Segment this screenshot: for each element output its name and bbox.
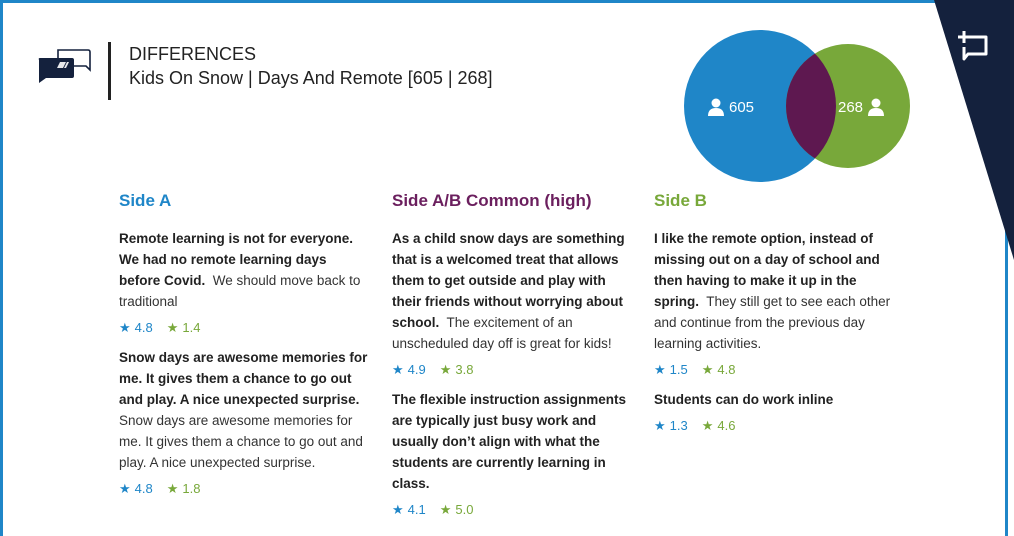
add-comment-icon[interactable] [956, 28, 992, 64]
person-icon [868, 98, 885, 116]
rating-b: 3.8 [455, 362, 474, 377]
rating-a: 4.8 [134, 320, 153, 335]
star-icon: ★ [654, 418, 666, 433]
venn-diagram: 605 268 [684, 30, 916, 182]
title-text: DIFFERENCES [129, 44, 257, 64]
column-heading: Side A [119, 191, 172, 210]
rating-b: 1.4 [182, 320, 201, 335]
ratings: ★ 4.9 ★ 3.8 [392, 361, 636, 379]
star-icon: ★ [166, 320, 179, 335]
column-heading: Side A/B Common (high) [392, 191, 592, 210]
item-text: Snow days are awesome memories for me. I… [119, 413, 363, 470]
column-side-a: Side A Remote learning is not for everyo… [119, 190, 369, 508]
ratings: ★ 4.8 ★ 1.4 [119, 319, 369, 337]
venn-count-a: 605 [708, 98, 754, 116]
ratings: ★ 1.3 ★ 4.6 [654, 417, 894, 435]
subtitle-text: Kids On Snow | Days And Remote [605 | 26… [129, 68, 493, 88]
ratings: ★ 1.5 ★ 4.8 [654, 361, 894, 379]
list-item: Snow days are awesome memories for me. I… [119, 347, 369, 498]
list-item: As a child snow days are something that … [392, 228, 636, 379]
star-icon: ★ [119, 481, 131, 496]
list-item: The flexible instruction assignments are… [392, 389, 636, 519]
star-icon: ★ [439, 502, 452, 517]
star-icon: ★ [701, 418, 714, 433]
item-bold-text: The flexible instruction assignments are… [392, 392, 627, 491]
rating-b: 4.8 [717, 362, 736, 377]
page-title: DIFFERENCES Kids On Snow | Days And Remo… [129, 42, 493, 90]
list-item: I like the remote option, instead of mis… [654, 228, 894, 379]
title-divider [108, 42, 111, 100]
rating-a: 4.8 [134, 481, 153, 496]
venn-count-b: 268 [838, 98, 885, 116]
ratings: ★ 4.8 ★ 1.8 [119, 480, 369, 498]
item-bold-text: Students can do work inline [654, 392, 834, 407]
column-side-b: Side B I like the remote option, instead… [654, 190, 894, 445]
rating-a: 4.1 [407, 502, 426, 517]
rating-a: 1.5 [669, 362, 688, 377]
column-heading: Side B [654, 191, 707, 210]
star-icon: ★ [166, 481, 179, 496]
star-icon: ★ [392, 362, 404, 377]
ratings: ★ 4.1 ★ 5.0 [392, 501, 636, 519]
count-a: 605 [729, 98, 755, 116]
rating-a: 4.9 [407, 362, 426, 377]
rating-b: 4.6 [717, 418, 736, 433]
rating-b: 1.8 [182, 481, 201, 496]
star-icon: ★ [439, 362, 452, 377]
list-item: Students can do work inline ★ 1.3 ★ 4.6 [654, 389, 894, 435]
star-icon: ★ [654, 362, 666, 377]
rating-a: 1.3 [669, 418, 688, 433]
chat-bubbles-icon [38, 49, 91, 83]
list-item: Remote learning is not for everyone. We … [119, 228, 369, 337]
star-icon: ★ [119, 320, 131, 335]
star-icon: ★ [392, 502, 404, 517]
column-common: Side A/B Common (high) As a child snow d… [392, 190, 636, 529]
rating-b: 5.0 [455, 502, 474, 517]
item-bold-text: Snow days are awesome memories for me. I… [119, 350, 368, 407]
star-icon: ★ [701, 362, 714, 377]
count-b: 268 [838, 98, 864, 116]
person-icon [708, 98, 724, 116]
